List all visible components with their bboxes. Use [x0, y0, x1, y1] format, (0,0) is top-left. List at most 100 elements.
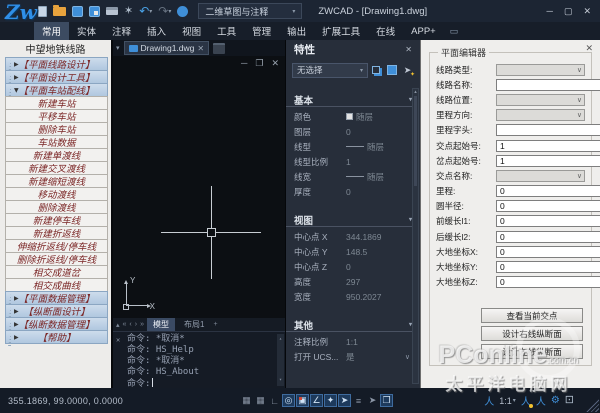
dynamic-input-icon[interactable]: ✦: [324, 394, 337, 407]
grid-display-icon[interactable]: ▦: [254, 394, 267, 407]
property-value[interactable]: 950.2027: [346, 292, 410, 302]
property-value[interactable]: 0: [346, 127, 410, 137]
mileage-direction-select[interactable]: ∨: [496, 109, 585, 121]
mileage-prefix-input[interactable]: [496, 124, 600, 136]
design-right-profile-button[interactable]: 设计右线纵断面: [481, 326, 583, 341]
tab-list-dropdown-icon[interactable]: ▾: [116, 44, 120, 52]
document-tab[interactable]: Drawing1.dwg ✕: [124, 41, 210, 55]
select-objects-icon[interactable]: ➤✦: [401, 65, 414, 76]
open-file-button[interactable]: [53, 4, 66, 18]
selection-dropdown[interactable]: 无选择 ▾: [292, 63, 368, 78]
drawing-canvas[interactable]: ─ ❐ ✕ X Y: [113, 56, 285, 318]
section-view[interactable]: 视图 ▾: [286, 213, 417, 227]
auto-annotation-icon[interactable]: 人: [521, 393, 531, 408]
sidebar-button[interactable]: 新建车站: [5, 96, 108, 110]
annotation-scale-dropdown[interactable]: 1:1▾: [499, 396, 516, 406]
view-current-intersection-button[interactable]: 查看当前交点: [481, 308, 583, 323]
polar-tracking-icon[interactable]: ◎: [282, 394, 295, 407]
sidebar-category[interactable]: ▶【平面数据管理】: [5, 291, 108, 305]
sidebar-button[interactable]: 删除折返线/停车线: [5, 252, 108, 266]
property-value[interactable]: 297: [346, 277, 410, 287]
collapse-cmd-icon[interactable]: ▴: [116, 321, 120, 329]
sidebar-button[interactable]: 新建单渡线: [5, 148, 108, 162]
tab-annotate[interactable]: 注释: [104, 22, 139, 40]
scroll-down-icon[interactable]: ▾: [279, 375, 282, 386]
resize-grip[interactable]: [586, 399, 599, 412]
front-transition-length-input[interactable]: [496, 215, 600, 227]
object-snap-tracking-icon[interactable]: ∠: [310, 394, 323, 407]
tab-home[interactable]: 常用: [34, 22, 69, 40]
section-general[interactable]: 基本 ▾: [286, 93, 417, 107]
sidebar-category[interactable]: ▶【纵断面设计】: [5, 304, 108, 318]
workspace-switcher[interactable]: 二维草图与注释 ▾: [198, 3, 302, 19]
sidebar-button[interactable]: 删除渡线: [5, 200, 108, 214]
tab-manage[interactable]: 管理: [244, 22, 279, 40]
tab-close-icon[interactable]: ✕: [197, 44, 204, 53]
property-value[interactable]: 344.1869: [346, 232, 410, 242]
toggle-pickadd-icon[interactable]: [372, 66, 380, 74]
quick-properties-icon[interactable]: ➤: [366, 394, 379, 407]
property-value[interactable]: 是∨: [346, 351, 410, 363]
sidebar-button[interactable]: 伸缩折返线/停车线: [5, 239, 108, 253]
quick-select-icon[interactable]: [387, 65, 397, 75]
minimize-button[interactable]: ─: [547, 6, 553, 17]
properties-close-icon[interactable]: ✕: [405, 45, 412, 54]
tab-online[interactable]: 在线: [368, 22, 403, 40]
layout1-tab[interactable]: 布局1: [178, 318, 210, 331]
sidebar-button[interactable]: 移动渡线: [5, 187, 108, 201]
property-value[interactable]: 随层: [346, 111, 410, 123]
line-name-input[interactable]: [496, 79, 600, 91]
property-value[interactable]: 随层: [346, 141, 410, 153]
ribbon-toggle-icon[interactable]: ▭: [444, 22, 465, 40]
sidebar-category[interactable]: ▼【平面车站配线】: [5, 83, 108, 97]
sidebar-category[interactable]: ▶【平面设计工具】: [5, 70, 108, 84]
save-button[interactable]: [72, 4, 83, 18]
object-snap-icon[interactable]: ▣: [296, 394, 309, 407]
print-button[interactable]: [106, 4, 118, 18]
geodetic-z-input[interactable]: [496, 276, 600, 288]
intersection-name-select[interactable]: ∨: [496, 170, 585, 182]
ortho-mode-icon[interactable]: ∟: [268, 394, 281, 407]
tab-tools[interactable]: 工具: [209, 22, 244, 40]
sidebar-button[interactable]: 相交成道岔: [5, 265, 108, 279]
line-position-select[interactable]: ∨: [496, 94, 585, 106]
first-tab-icon[interactable]: «: [123, 321, 127, 328]
help-button[interactable]: [177, 4, 188, 18]
new-document-button[interactable]: [213, 43, 225, 54]
rear-transition-length-input[interactable]: [496, 231, 600, 243]
circle-radius-input[interactable]: [496, 200, 600, 212]
tab-solid[interactable]: 实体: [69, 22, 104, 40]
properties-scrollbar[interactable]: ▴: [412, 88, 419, 384]
close-button[interactable]: ✕: [583, 6, 591, 17]
intersection-start-number-input[interactable]: [496, 140, 600, 152]
lineweight-display-icon[interactable]: ≡: [352, 394, 365, 407]
save-as-button[interactable]: [89, 4, 100, 18]
mileage-input[interactable]: [496, 185, 600, 197]
sidebar-button[interactable]: 车站数据: [5, 135, 108, 149]
tab-express-tools[interactable]: 扩展工具: [314, 22, 368, 40]
prev-tab-icon[interactable]: ‹: [129, 321, 131, 328]
property-value[interactable]: 148.5: [346, 247, 410, 257]
sidebar-button[interactable]: 平移车站: [5, 109, 108, 123]
dynamic-ucs-icon[interactable]: ➤: [338, 394, 351, 407]
sidebar-category[interactable]: ▶【平面线路设计】: [5, 57, 108, 71]
snap-mode-icon[interactable]: ▦: [240, 394, 253, 407]
switch-start-number-input[interactable]: [496, 155, 600, 167]
fullscreen-icon[interactable]: ⊡: [565, 395, 574, 406]
sidebar-button[interactable]: 新建停车线: [5, 213, 108, 227]
scroll-up-icon[interactable]: ▴: [279, 334, 282, 345]
command-line-window[interactable]: ✕ 命令: *取消* 命令: HS_Help 命令: *取消* 命令: HS_A…: [113, 331, 285, 388]
model-tab[interactable]: 模型: [147, 318, 175, 331]
tab-output[interactable]: 输出: [279, 22, 314, 40]
tab-insert[interactable]: 插入: [139, 22, 174, 40]
doc-restore-button[interactable]: ❐: [255, 58, 263, 69]
maximize-button[interactable]: ▢: [564, 6, 573, 17]
sidebar-button[interactable]: 新建缩短渡线: [5, 174, 108, 188]
section-misc[interactable]: 其他 ▾: [286, 318, 417, 332]
settings-gear-icon[interactable]: ⚙: [551, 395, 560, 406]
doc-minimize-button[interactable]: ─: [241, 58, 247, 69]
next-tab-icon[interactable]: ›: [135, 321, 137, 328]
scrollbar-thumb[interactable]: [414, 96, 417, 186]
workspace-toggle-icon[interactable]: ❐: [380, 394, 393, 407]
property-value[interactable]: 1: [346, 157, 410, 167]
